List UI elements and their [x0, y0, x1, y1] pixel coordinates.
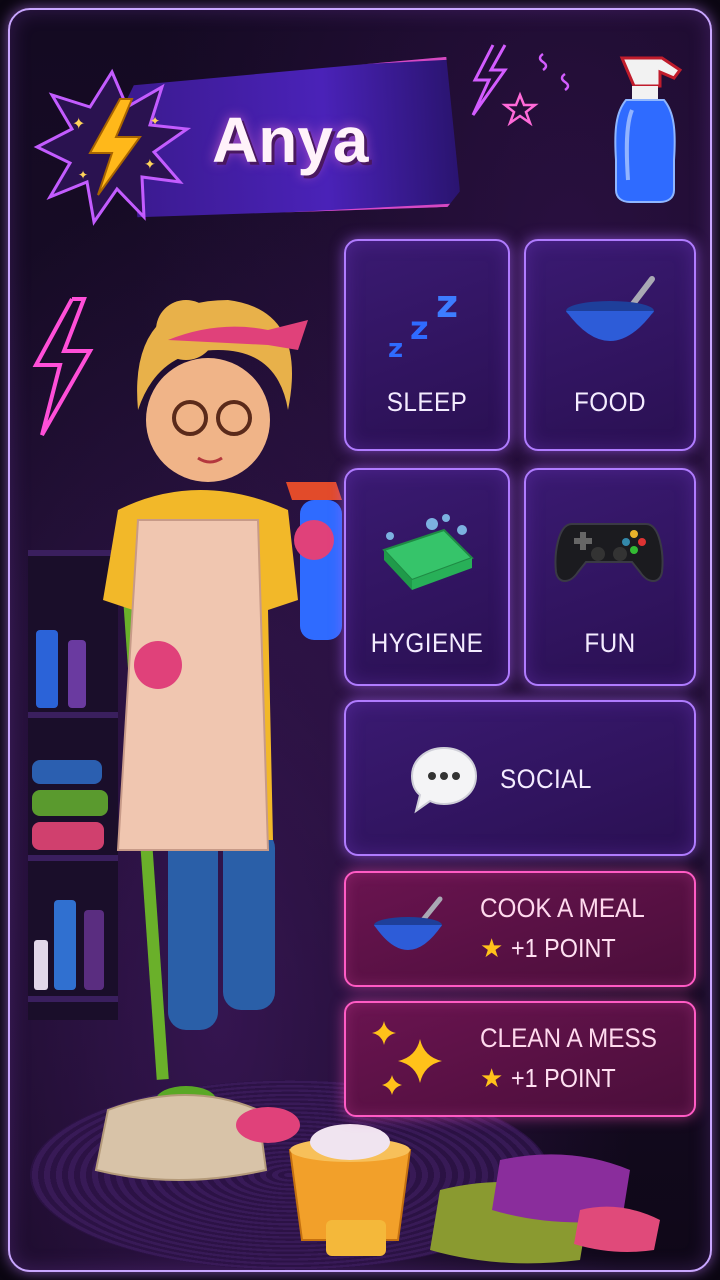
zzz-icon: z z z [388, 282, 458, 364]
spray-bottle-icon [614, 56, 683, 203]
svg-text:z: z [388, 334, 403, 364]
need-label-fun: FUN [584, 628, 636, 658]
task-title: COOK A MEAL [480, 893, 645, 923]
player-name-badge: ✦ ✦ ✦ ✦ Anya [32, 55, 462, 245]
need-tile-sleep[interactable]: z z z SLEEP [344, 239, 510, 451]
svg-text:z: z [436, 282, 458, 326]
need-label-food: FOOD [574, 387, 646, 417]
soap-icon [382, 514, 474, 590]
need-tile-fun[interactable]: FUN [524, 468, 696, 686]
need-tile-food[interactable]: FOOD [524, 239, 696, 451]
svg-text:✦: ✦ [78, 168, 88, 182]
star-icon: ★ [480, 933, 504, 964]
need-label-sleep: SLEEP [386, 387, 468, 417]
bowl-icon [374, 896, 443, 950]
task-cook-a-meal[interactable]: COOK A MEAL ★ +1 POINT [344, 871, 696, 987]
need-tile-social[interactable]: SOCIAL [344, 700, 696, 856]
svg-text:✦: ✦ [144, 157, 156, 173]
game-frame: ✦ ✦ ✦ ✦ Anya z z z SLEEP FOOD HYGIENE FU… [8, 8, 712, 1272]
svg-text:✦: ✦ [72, 114, 85, 133]
sparkles-icon [372, 1021, 442, 1095]
neon-doodles-icon [471, 44, 570, 127]
need-label-hygiene: HYGIENE [370, 628, 484, 658]
need-label-social: SOCIAL [500, 764, 592, 794]
bowl-icon [566, 276, 655, 341]
chat-bubble-icon [410, 746, 478, 814]
star-icon: ★ [480, 1063, 504, 1094]
bucket-and-pillows [288, 1124, 660, 1264]
player-name: Anya [212, 104, 369, 176]
task-points: +1 POINT [511, 933, 617, 963]
svg-text:✦: ✦ [150, 114, 160, 128]
task-reward: ★ +1 POINT [480, 1063, 628, 1094]
need-tile-hygiene[interactable]: HYGIENE [344, 468, 510, 686]
svg-text:z: z [410, 309, 429, 347]
gamepad-icon [554, 523, 664, 582]
task-clean-a-mess[interactable]: CLEAN A MESS ★ +1 POINT [344, 1001, 696, 1117]
lightning-bolt-icon: ✦ ✦ ✦ ✦ [33, 68, 192, 226]
task-reward: ★ +1 POINT [480, 933, 628, 964]
task-title: CLEAN A MESS [480, 1023, 657, 1053]
task-points: +1 POINT [511, 1063, 617, 1093]
